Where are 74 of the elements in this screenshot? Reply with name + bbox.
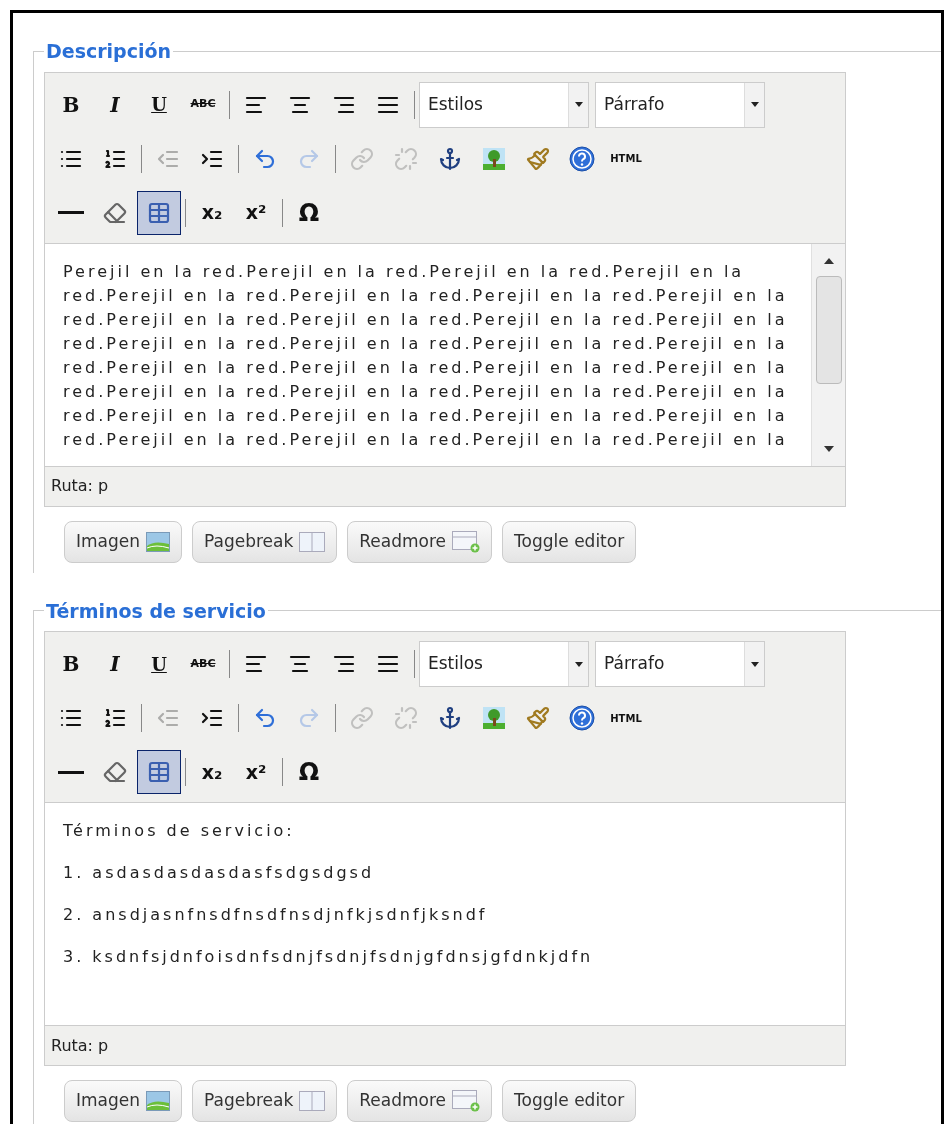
style-dropdown[interactable]: Estilos — [419, 641, 589, 687]
dropdown-caret-icon — [750, 661, 759, 667]
tree-picture-icon — [482, 146, 506, 171]
paintbrush-icon — [526, 706, 550, 730]
eraser-icon — [103, 200, 127, 225]
scroll-down-arrow-icon[interactable] — [823, 445, 834, 452]
section-legend: Descripción — [44, 37, 174, 66]
toolbar-button[interactable]: B — [49, 642, 93, 686]
toolbar-button[interactable]: I — [93, 642, 137, 686]
editor-button[interactable]: Readmore — [347, 1080, 493, 1122]
tree-picture-icon — [482, 706, 506, 730]
editor-button[interactable]: Toggle editor — [502, 1080, 637, 1122]
dropdown-caret-icon — [574, 102, 583, 107]
toolbar-button[interactable]: U — [137, 82, 181, 127]
picture-icon — [146, 531, 170, 552]
link-icon — [350, 146, 374, 171]
redo-icon — [297, 706, 321, 730]
paintbrush-icon — [526, 146, 550, 171]
horizontal-line-icon — [58, 211, 84, 214]
editor-button[interactable]: Pagebreak — [192, 1080, 338, 1122]
editor-paragraph: Términos de servicio: — [63, 820, 296, 842]
toolbar-button[interactable]: x² — [234, 750, 278, 794]
toolbar-button[interactable]: HTML — [604, 136, 648, 181]
element-path: Ruta: p — [51, 1034, 109, 1057]
toolbar-button[interactable]: x² — [234, 190, 278, 235]
section-legend: Términos de servicio — [44, 596, 268, 625]
element-path: Ruta: p — [51, 475, 109, 497]
eraser-icon — [103, 760, 127, 784]
editor-button[interactable]: Pagebreak — [192, 520, 338, 563]
editor-paragraph: 3. ksdnfsjdnfoisdnfsdnjfsdnjfsdnjgfdnsjgfdnkjdfn — [63, 946, 595, 968]
unlink-icon — [394, 706, 418, 730]
editor-paragraph: 1. asdasdasdasdasfsdgsdgsd — [63, 862, 376, 884]
toolbar-button[interactable]: x₂ — [190, 750, 234, 794]
editor-paragraph: Perejil en la red.Perejil en la red.Perejil en la red.Perejil en la red.Perejil en la red.Perejil en la red.Perejil en la red.Perejil en la red.Perejil en la red.Perejil en la red.Perejil en la red.Perejil en la red.Perejil en la red.Perejil en la red.Perejil en la red.Perejil en la red.Perejil en la red.Perejil en la red.Perejil en la red.Perejil en la red.Perejil en la red.Perejil en la red.Perejil en la red.Perejil en la red.Perejil en la red.Perejil en la red.Perejil en la red.Perejil en la red.Perejil en la red.Perejil en la red.Perejil en la red.Perejil en la — [63, 260, 789, 451]
editor-button[interactable]: Readmore — [347, 520, 493, 563]
toolbar-button[interactable]: B — [49, 82, 93, 127]
toolbar-button[interactable]: Ω — [287, 190, 331, 235]
editor-button[interactable]: Toggle editor — [502, 520, 637, 563]
anchor-icon — [438, 706, 462, 730]
toolbar-button[interactable]: HTML — [604, 696, 648, 740]
help-icon — [569, 145, 595, 172]
numbered-list-icon — [103, 706, 127, 730]
toolbar-button[interactable]: I — [93, 82, 137, 127]
horizontal-line-icon — [58, 770, 84, 774]
toolbar-button[interactable]: ABC — [181, 642, 225, 686]
scrollbar[interactable] — [811, 243, 845, 466]
table-icon — [147, 200, 171, 225]
page-columns-icon — [299, 531, 326, 552]
scroll-up-arrow-icon[interactable] — [823, 257, 834, 264]
toolbar-button[interactable] — [137, 190, 181, 235]
toolbar-button[interactable] — [137, 750, 181, 794]
table-icon — [147, 760, 171, 784]
picture-icon — [146, 1091, 170, 1111]
style-dropdown[interactable]: Estilos — [419, 81, 589, 128]
anchor-icon — [438, 146, 462, 171]
dropdown-caret-icon — [750, 102, 759, 107]
toolbar-button[interactable]: ABC — [181, 82, 225, 127]
page-add-icon — [452, 1090, 481, 1112]
toolbar-button[interactable]: Ω — [287, 750, 331, 794]
page-columns-icon — [299, 1091, 326, 1111]
help-icon — [569, 705, 595, 731]
toolbar-button[interactable]: U — [137, 642, 181, 686]
editor-button[interactable]: Imagen — [64, 1080, 182, 1122]
link-icon — [350, 706, 374, 730]
editor-content[interactable]: Términos de servicio: 1. asdasdasdasdasfsdgsdgsd 2. ansdjasnfnsdfnsdfnsdjnfkjsdnfjksndf 3. ksdnfsjdnfoisdnfsdnjfsdnjfsdnjgfdnsjgfdnkjdfn — [45, 803, 845, 1025]
editor-paragraph: 2. ansdjasnfnsdfnsdfnsdjnfkjsdnfjksndf — [63, 904, 489, 926]
dropdown-caret-icon — [574, 661, 583, 667]
toolbar-button[interactable]: x₂ — [190, 190, 234, 235]
page-add-icon — [452, 530, 481, 553]
unlink-icon — [394, 146, 418, 171]
style-dropdown[interactable]: Párrafo — [595, 641, 765, 687]
style-dropdown[interactable]: Párrafo — [595, 81, 765, 128]
editor-button[interactable]: Imagen — [64, 520, 182, 563]
undo-icon — [253, 706, 277, 730]
